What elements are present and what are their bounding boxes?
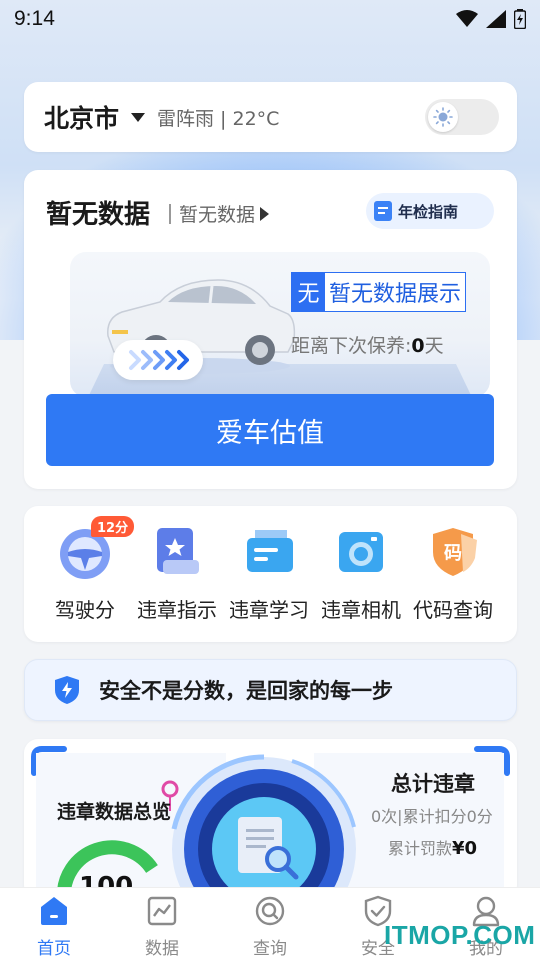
study-card-icon bbox=[241, 524, 297, 580]
svg-text:码: 码 bbox=[444, 543, 462, 564]
violation-stats-card[interactable]: 违章数据总览 总计违章 0次|累计扣分0分 累计罚款¥0 100 bbox=[24, 739, 517, 899]
no-data-mark: 无 bbox=[292, 273, 325, 311]
play-arrow-icon bbox=[260, 206, 270, 221]
city-name[interactable]: 北京市 bbox=[44, 99, 119, 135]
fine-value: ¥0 bbox=[452, 838, 478, 859]
home-icon bbox=[37, 894, 71, 928]
vehicle-title: 暂无数据 bbox=[46, 200, 151, 230]
status-bar: 9:14 bbox=[0, 0, 540, 38]
search-icon bbox=[253, 894, 287, 928]
shortcut-label: 驾驶分 bbox=[55, 598, 115, 622]
maintenance-prefix: 距离下次保养: bbox=[291, 335, 412, 357]
slogan-text: 安全不是分数，是回家的每一步 bbox=[99, 679, 393, 703]
tab-query[interactable]: 查询 bbox=[216, 888, 324, 960]
watermark: ITMOP.COM bbox=[384, 920, 536, 950]
shortcut-label: 代码查询 bbox=[413, 598, 493, 622]
fine-total: 累计罚款¥0 bbox=[388, 835, 477, 859]
chart-icon bbox=[145, 894, 179, 928]
signal-icon bbox=[486, 10, 506, 28]
fine-prefix: 累计罚款 bbox=[388, 839, 453, 858]
shield-bolt-icon bbox=[55, 676, 79, 704]
theme-toggle[interactable] bbox=[425, 99, 499, 135]
status-icons bbox=[456, 9, 526, 29]
city-dropdown-icon[interactable] bbox=[131, 112, 146, 122]
document-icon bbox=[374, 201, 392, 221]
no-data-label: 暂无数据展示 bbox=[325, 273, 466, 311]
shortcut-violation-study[interactable]: 违章学习 bbox=[219, 524, 319, 623]
shortcut-label: 违章指示 bbox=[137, 598, 217, 622]
shortcut-code-query[interactable]: 码 代码查询 bbox=[403, 524, 503, 623]
star-book-icon bbox=[149, 524, 205, 580]
inspection-guide-label: 年检指南 bbox=[398, 202, 459, 221]
tab-data[interactable]: 数据 bbox=[108, 888, 216, 960]
no-data-badge: 无 暂无数据展示 bbox=[291, 272, 467, 312]
vehicle-subtitle-link[interactable]: 暂无数据 bbox=[169, 200, 270, 227]
tab-label: 首页 bbox=[37, 939, 71, 959]
car-switch-button[interactable] bbox=[113, 340, 203, 380]
shortcut-driving-score[interactable]: 12分 驾驶分 bbox=[35, 516, 135, 623]
code-shield-icon: 码 bbox=[425, 524, 481, 580]
battery-icon bbox=[514, 9, 526, 29]
weather-text: 雷阵雨 | 22°C bbox=[157, 107, 280, 130]
steering-wheel-icon: 12分 bbox=[57, 516, 135, 580]
inspection-guide-button[interactable]: 年检指南 bbox=[366, 193, 494, 229]
total-violations-title: 总计违章 bbox=[391, 772, 475, 796]
safety-slogan-banner[interactable]: 安全不是分数，是回家的每一步 bbox=[24, 659, 517, 721]
violation-overview-title: 违章数据总览 bbox=[57, 801, 172, 823]
car-valuation-button[interactable]: 爱车估值 bbox=[46, 394, 494, 466]
shortcut-label: 违章学习 bbox=[229, 598, 309, 622]
status-time: 9:14 bbox=[14, 7, 55, 30]
tab-label: 数据 bbox=[145, 939, 179, 959]
shortcut-card: 12分 驾驶分 违章指示 违章学习 违章相机 码 代码查询 bbox=[24, 506, 517, 642]
wifi-icon bbox=[456, 10, 478, 27]
violation-count-text: 0次|累计扣分0分 bbox=[371, 807, 493, 826]
shortcut-violation-camera[interactable]: 违章相机 bbox=[311, 524, 411, 623]
maintenance-info: 距离下次保养:0天 bbox=[291, 331, 444, 358]
tab-label: 查询 bbox=[253, 939, 287, 959]
maintenance-days: 0 bbox=[411, 335, 425, 357]
location-card: 北京市 雷阵雨 | 22°C bbox=[24, 82, 517, 152]
sun-icon bbox=[428, 102, 458, 132]
shortcut-violation-guide[interactable]: 违章指示 bbox=[127, 524, 227, 623]
maintenance-unit: 天 bbox=[424, 335, 444, 357]
document-search-icon bbox=[238, 817, 299, 880]
vehicle-subtitle: 暂无数据 bbox=[179, 204, 256, 226]
tab-home[interactable]: 首页 bbox=[0, 888, 108, 960]
shortcut-label: 违章相机 bbox=[321, 598, 401, 622]
chevrons-right-icon bbox=[129, 350, 189, 370]
camera-icon bbox=[333, 524, 389, 580]
